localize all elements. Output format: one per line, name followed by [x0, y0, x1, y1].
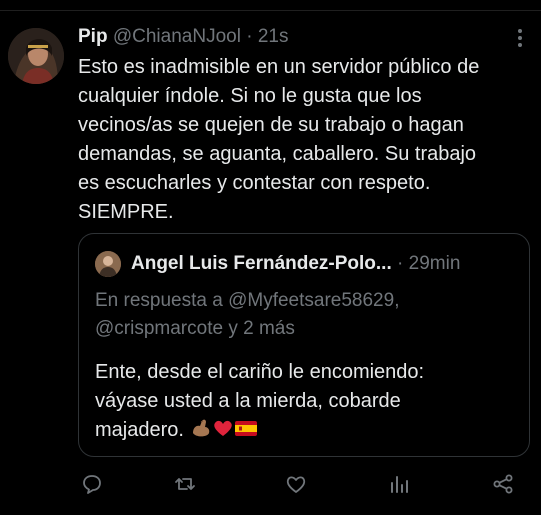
quote-text-block: Ente, desde el cariño le encomiendo: váy… — [95, 358, 515, 448]
reply-suffix: y 2 más — [223, 318, 295, 339]
spain-flag-emoji — [234, 417, 258, 448]
tweet-text: Esto es inadmisible en un servidor públi… — [78, 56, 480, 223]
retweet-icon[interactable] — [167, 466, 203, 502]
reply-mention-separator: , — [394, 290, 400, 311]
reply-prefix: En respuesta a — [95, 290, 229, 311]
flexed-biceps-emoji — [190, 417, 212, 448]
quote-display-name[interactable]: Angel Luis Fernández-Polo... — [131, 253, 392, 274]
divider — [0, 10, 541, 11]
reply-mention-2[interactable]: @crispmarcote — [95, 318, 223, 339]
quoted-tweet[interactable]: Angel Luis Fernández-Polo... · 29min En … — [78, 233, 530, 457]
action-bar — [0, 466, 541, 506]
tweet-header: Pip @ChianaNJool · 21s — [78, 26, 288, 48]
separator: · — [246, 26, 253, 47]
display-name[interactable]: Pip — [78, 26, 108, 47]
reply-context: En respuesta a @Myfeetsare58629, @crispma… — [95, 287, 515, 343]
quote-timestamp[interactable]: 29min — [409, 253, 461, 274]
share-icon[interactable] — [485, 466, 521, 502]
quote-separator: · — [397, 253, 404, 274]
avatar[interactable] — [8, 28, 64, 84]
reply-icon[interactable] — [74, 466, 110, 502]
red-heart-emoji — [212, 417, 234, 448]
quote-header: Angel Luis Fernández-Polo... · 29min — [131, 253, 460, 275]
quote-text: Ente, desde el cariño le encomiendo: váy… — [95, 361, 425, 441]
views-icon[interactable] — [381, 466, 417, 502]
more-icon[interactable] — [510, 26, 530, 50]
timestamp[interactable]: 21s — [258, 26, 289, 47]
reply-mention-1[interactable]: @Myfeetsare58629 — [228, 290, 394, 311]
like-icon[interactable] — [278, 466, 314, 502]
quote-avatar — [95, 251, 121, 277]
handle[interactable]: @ChianaNJool — [113, 26, 241, 47]
